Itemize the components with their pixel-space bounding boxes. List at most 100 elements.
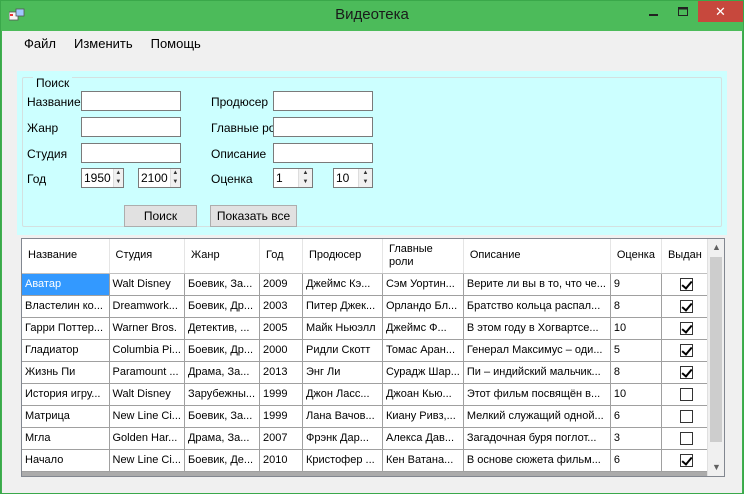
vertical-scrollbar[interactable]: ▲ ▼ xyxy=(707,239,724,476)
issued-checkbox[interactable] xyxy=(679,453,693,467)
issued-checkbox[interactable] xyxy=(679,365,693,379)
name-field[interactable] xyxy=(81,91,181,111)
cell-year[interactable]: 1999 xyxy=(259,405,303,428)
cell-actors[interactable]: Киану Ривз,... xyxy=(382,405,464,428)
cell-actors[interactable]: Джоан Кью... xyxy=(382,383,464,406)
cell-description[interactable]: Братство кольца распал... xyxy=(463,295,611,318)
cell-year[interactable]: 2009 xyxy=(259,273,303,296)
cell-actors[interactable]: Кен Ватана... xyxy=(382,449,464,472)
column-header[interactable]: Жанр xyxy=(184,239,260,274)
column-header[interactable]: Год xyxy=(259,239,303,274)
cell-year[interactable]: 2007 xyxy=(259,427,303,450)
cell-rating[interactable]: 8 xyxy=(610,361,662,384)
rating-from-stepper[interactable]: 1 ▲ ▼ xyxy=(273,168,313,188)
cell-studio[interactable]: Dreamwork... xyxy=(109,295,185,318)
cell-genre[interactable]: Боевик, За... xyxy=(184,405,260,428)
column-header[interactable]: Продюсер xyxy=(302,239,383,274)
spin-up-icon[interactable]: ▲ xyxy=(114,169,123,178)
cell-description[interactable]: Генерал Максимус – оди... xyxy=(463,339,611,362)
column-header[interactable]: Описание xyxy=(463,239,611,274)
genre-field[interactable] xyxy=(81,117,181,137)
menu-help[interactable]: Помощь xyxy=(142,33,210,55)
table-row[interactable]: Начало New Line Ci... Боевик, Де... 2010 Кри… xyxy=(22,449,712,472)
cell-actors[interactable]: Алекса Дав... xyxy=(382,427,464,450)
column-header[interactable]: Студия xyxy=(109,239,185,274)
column-header[interactable]: Название xyxy=(22,239,110,274)
cell-description[interactable]: Пи – индийский мальчик... xyxy=(463,361,611,384)
cell-producer[interactable]: Кристофер ... xyxy=(302,449,383,472)
table-row[interactable]: Аватар Walt Disney Боевик, За... 2009 Джеймс… xyxy=(22,273,712,296)
cell-title[interactable]: Матрица xyxy=(22,405,110,428)
cell-description[interactable]: Мелкий служащий одной... xyxy=(463,405,611,428)
table-row[interactable]: Гладиатор Columbia Pi... Боевик, Др... 2000… xyxy=(22,339,712,362)
cell-year[interactable]: 2005 xyxy=(259,317,303,340)
cell-producer[interactable]: Ридли Скотт xyxy=(302,339,383,362)
cell-actors[interactable]: Сэм Уортин... xyxy=(382,273,464,296)
cell-genre[interactable]: Драма, За... xyxy=(184,427,260,450)
spin-up-icon[interactable]: ▲ xyxy=(171,169,180,178)
cell-genre[interactable]: Детектив, ... xyxy=(184,317,260,340)
cell-rating[interactable]: 10 xyxy=(610,383,662,406)
spin-down-icon[interactable]: ▼ xyxy=(299,178,312,187)
cell-genre[interactable]: Боевик, Де... xyxy=(184,449,260,472)
menu-edit[interactable]: Изменить xyxy=(65,33,142,55)
cell-year[interactable]: 2010 xyxy=(259,449,303,472)
cell-studio[interactable]: Walt Disney xyxy=(109,273,185,296)
issued-checkbox[interactable] xyxy=(679,277,693,291)
cell-genre[interactable]: Боевик, Др... xyxy=(184,339,260,362)
cell-description[interactable]: Верите ли вы в то, что че... xyxy=(463,273,611,296)
rating-to-stepper[interactable]: 10 ▲ ▼ xyxy=(333,168,373,188)
scroll-down-icon[interactable]: ▼ xyxy=(708,459,724,476)
cell-rating[interactable]: 10 xyxy=(610,317,662,340)
scroll-up-icon[interactable]: ▲ xyxy=(708,239,724,256)
scroll-thumb[interactable] xyxy=(710,257,722,442)
cell-studio[interactable]: New Line Ci... xyxy=(109,405,185,428)
cell-title[interactable]: Властелин ко... xyxy=(22,295,110,318)
studio-field[interactable] xyxy=(81,143,181,163)
issued-checkbox[interactable] xyxy=(679,321,693,335)
cell-genre[interactable]: Боевик, Др... xyxy=(184,295,260,318)
producer-field[interactable] xyxy=(273,91,373,111)
cell-actors[interactable]: Томас Аран... xyxy=(382,339,464,362)
cell-studio[interactable]: Golden Har... xyxy=(109,427,185,450)
cell-genre[interactable]: Боевик, За... xyxy=(184,273,260,296)
issued-checkbox[interactable] xyxy=(679,387,693,401)
cell-actors[interactable]: Сурадж Шар... xyxy=(382,361,464,384)
spin-down-icon[interactable]: ▼ xyxy=(114,178,123,187)
table-row[interactable]: Мгла Golden Har... Драма, За... 2007 Фрэнк Д… xyxy=(22,427,712,450)
cell-title[interactable]: Гарри Поттер... xyxy=(22,317,110,340)
cell-rating[interactable]: 6 xyxy=(610,449,662,472)
cell-title[interactable]: Аватар xyxy=(22,273,110,296)
cell-description[interactable]: В основе сюжета фильм... xyxy=(463,449,611,472)
table-row[interactable]: Властелин ко... Dreamwork... Боевик, Др...… xyxy=(22,295,712,318)
close-button[interactable]: ✕ xyxy=(698,1,743,22)
spin-up-icon[interactable]: ▲ xyxy=(359,169,372,178)
spin-down-icon[interactable]: ▼ xyxy=(171,178,180,187)
search-button[interactable]: Поиск xyxy=(124,205,197,227)
cell-studio[interactable]: Columbia Pi... xyxy=(109,339,185,362)
cell-genre[interactable]: Драма, За... xyxy=(184,361,260,384)
cell-studio[interactable]: Warner Bros. xyxy=(109,317,185,340)
column-header[interactable]: Выдан xyxy=(661,239,712,274)
cell-actors[interactable]: Джеймс Ф... xyxy=(382,317,464,340)
table-row[interactable]: Жизнь Пи Paramount ... Драма, За... 2013 Энг… xyxy=(22,361,712,384)
issued-checkbox[interactable] xyxy=(679,431,693,445)
table-row[interactable]: Гарри Поттер... Warner Bros. Детектив, ...… xyxy=(22,317,712,340)
column-header[interactable]: Главные роли xyxy=(382,239,464,274)
year-to-stepper[interactable]: 2100 ▲ ▼ xyxy=(138,168,181,188)
cell-year[interactable]: 2013 xyxy=(259,361,303,384)
menu-file[interactable]: Файл xyxy=(2,33,65,55)
minimize-button[interactable] xyxy=(639,1,669,22)
maximize-button[interactable] xyxy=(669,1,697,22)
cell-producer[interactable]: Лана Вачов... xyxy=(302,405,383,428)
cell-producer[interactable]: Майк Ньюэлл xyxy=(302,317,383,340)
cell-producer[interactable]: Джон Ласс... xyxy=(302,383,383,406)
cell-producer[interactable]: Джеймс Кэ... xyxy=(302,273,383,296)
cell-actors[interactable]: Орландо Бл... xyxy=(382,295,464,318)
cell-producer[interactable]: Питер Джек... xyxy=(302,295,383,318)
table-row[interactable]: История игру... Walt Disney Зарубежны... 19… xyxy=(22,383,712,406)
cell-year[interactable]: 2003 xyxy=(259,295,303,318)
spin-up-icon[interactable]: ▲ xyxy=(299,169,312,178)
cell-description[interactable]: Этот фильм посвящён в... xyxy=(463,383,611,406)
cell-producer[interactable]: Энг Ли xyxy=(302,361,383,384)
